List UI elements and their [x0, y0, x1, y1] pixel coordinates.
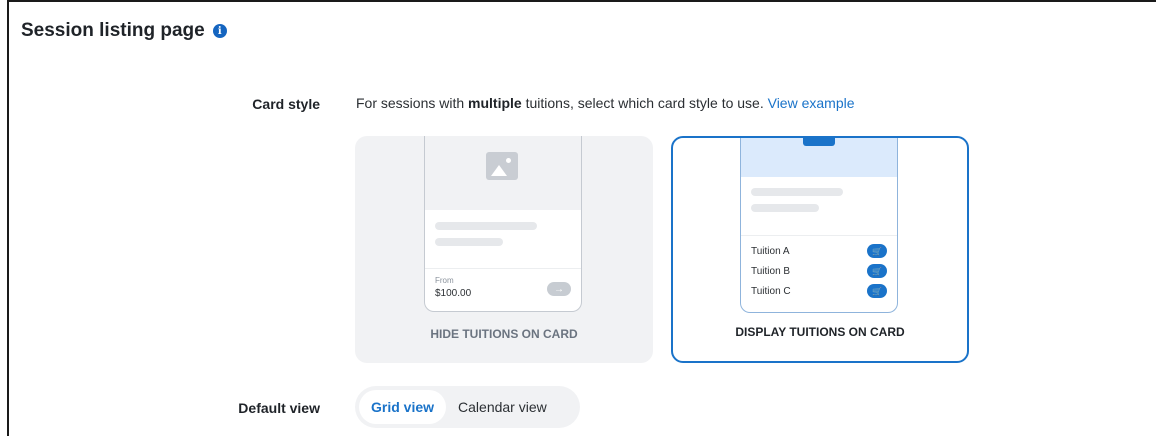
card-preview-display: Tuition A 🛒 Tuition B 🛒 Tuition C 🛒	[740, 138, 898, 313]
tuition-list: Tuition A 🛒 Tuition B 🛒 Tuition C 🛒	[741, 235, 897, 312]
skeleton-line	[751, 204, 819, 212]
card-caption-display: DISPLAY TUITIONS ON CARD	[735, 325, 905, 339]
view-example-link[interactable]: View example	[768, 95, 855, 111]
card-style-description: For sessions with multiple tuitions, sel…	[356, 95, 855, 111]
price-value: $100.00	[435, 288, 472, 299]
card-style-label: Card style	[252, 96, 320, 112]
skeleton-line	[435, 222, 537, 230]
arrow-right-icon: →	[547, 282, 571, 296]
price-area: From $100.00 →	[425, 268, 581, 311]
card-preview-hide: From $100.00 →	[424, 136, 582, 312]
preview-image-area	[741, 138, 897, 177]
card-option-display-tuitions[interactable]: Tuition A 🛒 Tuition B 🛒 Tuition C 🛒 DISP…	[671, 136, 969, 363]
card-option-hide-tuitions[interactable]: From $100.00 → HIDE TUITIONS ON CARD	[355, 136, 653, 363]
skeleton-line	[751, 188, 843, 196]
card-caption-hide: HIDE TUITIONS ON CARD	[430, 327, 578, 341]
skeleton-line	[435, 238, 503, 246]
preview-image-area	[425, 136, 581, 210]
cart-icon: 🛒	[867, 264, 887, 278]
tuition-row: Tuition B 🛒	[751, 263, 887, 279]
calendar-view-option[interactable]: Calendar view	[446, 390, 559, 424]
default-view-toggle: Grid view Calendar view	[355, 386, 580, 428]
default-view-label: Default view	[238, 400, 320, 416]
grid-view-option[interactable]: Grid view	[359, 390, 447, 424]
section-title: Session listing page i	[21, 20, 227, 42]
cart-icon: 🛒	[867, 244, 887, 258]
cart-icon: 🛒	[867, 284, 887, 298]
image-placeholder-icon	[803, 138, 835, 146]
tuition-row: Tuition A 🛒	[751, 243, 887, 259]
image-placeholder-icon	[486, 152, 518, 180]
info-icon[interactable]: i	[212, 24, 227, 38]
section-title-text: Session listing page	[21, 20, 205, 41]
tuition-row: Tuition C 🛒	[751, 283, 887, 299]
from-label: From	[435, 276, 454, 285]
